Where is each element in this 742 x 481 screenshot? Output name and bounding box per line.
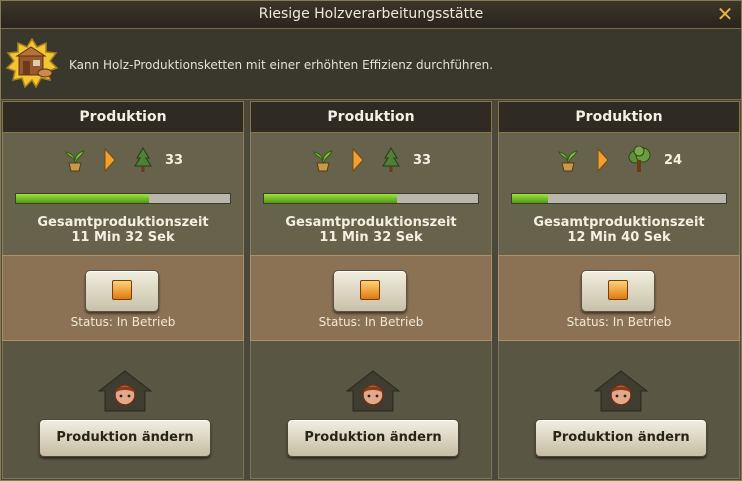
production-time-value: 12 Min 40 Sek <box>567 230 671 245</box>
production-progress-bar <box>263 193 479 204</box>
production-header: Produktion <box>250 101 492 133</box>
production-time-label: Gesamtproduktionszeit <box>37 215 209 230</box>
worker-house-icon[interactable] <box>97 369 153 413</box>
worker-house-icon[interactable] <box>593 369 649 413</box>
change-production-button[interactable]: Produktion ändern <box>287 419 459 457</box>
change-production-button[interactable]: Produktion ändern <box>535 419 707 457</box>
production-time: Gesamtproduktionszeit 11 Min 32 Sek <box>3 215 243 245</box>
stop-icon <box>608 280 628 300</box>
sapling-icon <box>558 150 578 172</box>
production-progress-fill <box>512 194 549 203</box>
deciduous-tree-icon <box>628 146 651 172</box>
stop-production-button[interactable] <box>85 270 159 312</box>
pine-tree-icon <box>382 147 400 172</box>
production-header: Produktion <box>2 101 244 133</box>
production-chain: 33 <box>251 145 491 175</box>
sapling-icon <box>65 150 85 172</box>
production-time: Gesamtproduktionszeit 11 Min 32 Sek <box>251 215 491 245</box>
sawmill-badge-icon <box>5 37 59 89</box>
production-progress-fill <box>264 194 397 203</box>
pine-tree-icon <box>134 147 152 172</box>
worker-house-icon[interactable] <box>345 369 401 413</box>
building-description: Kann Holz-Produktionsketten mit einer er… <box>1 29 741 100</box>
window-title: Riesige Holzverarbeitungsstätte <box>258 6 484 22</box>
description-text: Kann Holz-Produktionsketten mit einer er… <box>69 58 494 72</box>
stop-icon <box>360 280 380 300</box>
production-time-value: 11 Min 32 Sek <box>71 230 175 245</box>
production-progress-bar <box>511 193 727 204</box>
sapling-icon <box>313 150 333 172</box>
stop-production-button[interactable] <box>581 270 655 312</box>
status-text: Status: In Betrieb <box>318 315 424 329</box>
production-slot-2: Produktion 33 Gesamtproduktionszeit 11 M… <box>250 101 492 479</box>
production-chain: 33 <box>3 145 243 175</box>
production-header: Produktion <box>498 101 740 133</box>
production-chain: 24 <box>499 145 739 175</box>
production-window: Riesige Holzverarbeitungsstätte ✕ Kann H… <box>0 0 742 481</box>
arrow-right-icon <box>597 147 609 173</box>
production-chain-panel: 24 Gesamtproduktionszeit 12 Min 40 Sek <box>498 133 740 255</box>
close-icon[interactable]: ✕ <box>715 4 735 24</box>
production-time-value: 11 Min 32 Sek <box>319 230 423 245</box>
window-titlebar: Riesige Holzverarbeitungsstätte ✕ <box>1 1 741 29</box>
output-amount: 33 <box>164 152 184 168</box>
worker-panel: Produktion ändern <box>498 341 740 479</box>
output-amount: 33 <box>412 152 432 168</box>
status-panel: Status: In Betrieb <box>250 255 492 341</box>
production-time-label: Gesamtproduktionszeit <box>533 215 705 230</box>
production-time: Gesamtproduktionszeit 12 Min 40 Sek <box>499 215 739 245</box>
status-panel: Status: In Betrieb <box>498 255 740 341</box>
production-slot-1: Produktion 33 Gesamtproduktionszeit 11 M… <box>2 101 244 479</box>
arrow-right-icon <box>104 147 116 173</box>
production-slot-3: Produktion 24 Gesamtproduktionszeit 12 M… <box>498 101 740 479</box>
status-text: Status: In Betrieb <box>566 315 672 329</box>
production-progress-fill <box>16 194 149 203</box>
output-amount: 24 <box>663 152 683 168</box>
status-panel: Status: In Betrieb <box>2 255 244 341</box>
stop-icon <box>112 280 132 300</box>
worker-panel: Produktion ändern <box>2 341 244 479</box>
production-chain-panel: 33 Gesamtproduktionszeit 11 Min 32 Sek <box>2 133 244 255</box>
production-chain-panel: 33 Gesamtproduktionszeit 11 Min 32 Sek <box>250 133 492 255</box>
production-time-label: Gesamtproduktionszeit <box>285 215 457 230</box>
stop-production-button[interactable] <box>333 270 407 312</box>
arrow-right-icon <box>352 147 364 173</box>
production-progress-bar <box>15 193 231 204</box>
change-production-button[interactable]: Produktion ändern <box>39 419 211 457</box>
status-text: Status: In Betrieb <box>70 315 176 329</box>
worker-panel: Produktion ändern <box>250 341 492 479</box>
